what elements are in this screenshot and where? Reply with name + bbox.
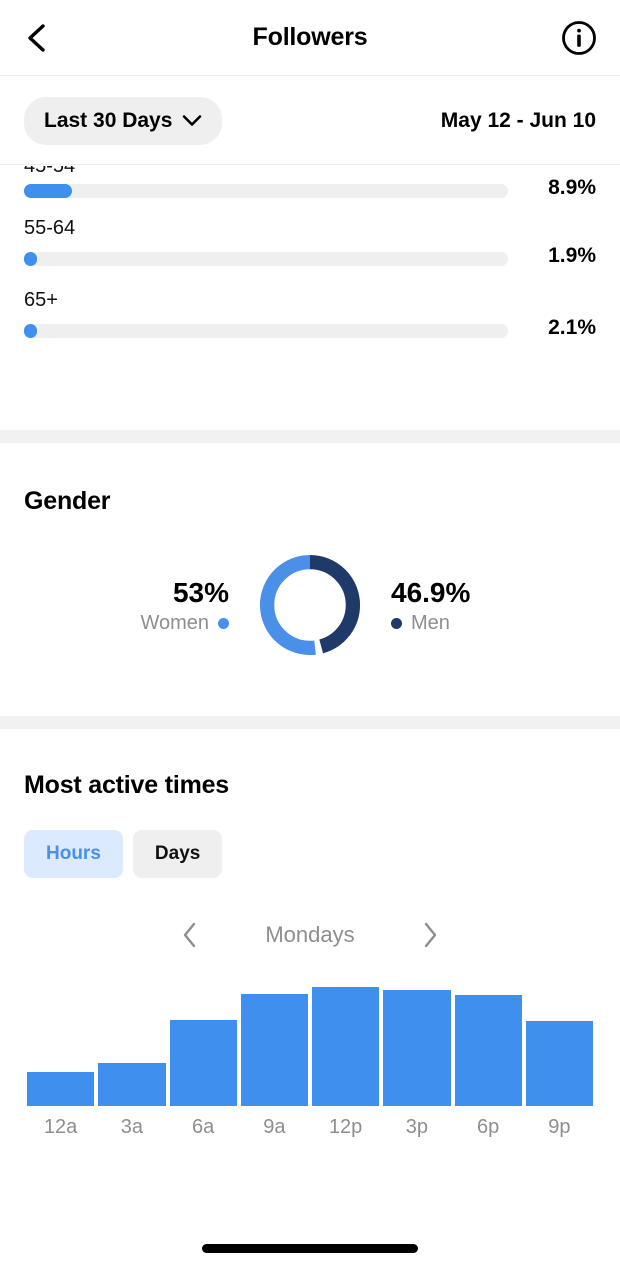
age-section-spacer bbox=[24, 358, 596, 430]
men-percent: 46.9% bbox=[391, 577, 471, 608]
tab-days[interactable]: Days bbox=[132, 830, 223, 878]
next-day-button[interactable] bbox=[413, 918, 447, 952]
previous-day-button[interactable] bbox=[173, 918, 207, 952]
page-title: Followers bbox=[252, 23, 368, 51]
age-row-label: 65+ bbox=[24, 289, 58, 311]
age-row-track bbox=[24, 184, 508, 198]
x-tick-label: 3p bbox=[405, 1116, 428, 1138]
info-button[interactable] bbox=[558, 17, 600, 59]
bar-6p[interactable] bbox=[454, 995, 522, 1106]
bar-6a[interactable] bbox=[169, 1020, 237, 1106]
bar-chart-bars bbox=[27, 984, 593, 1106]
chevron-left-icon bbox=[184, 922, 196, 948]
bar-3p[interactable] bbox=[383, 990, 451, 1106]
x-tick-label: 6p bbox=[477, 1116, 500, 1138]
gender-legend-women: 53% Women bbox=[70, 575, 255, 635]
age-row-track bbox=[24, 324, 508, 338]
bar-3a[interactable] bbox=[98, 1063, 166, 1106]
age-row-fill bbox=[24, 324, 37, 338]
age-row-65-plus: 65+ 2.1% bbox=[24, 286, 596, 358]
section-divider bbox=[0, 716, 620, 729]
men-color-dot bbox=[391, 618, 402, 629]
back-button[interactable] bbox=[14, 16, 58, 60]
bar-9p[interactable] bbox=[525, 1021, 593, 1106]
bar-12p[interactable] bbox=[312, 987, 380, 1106]
bar-12a[interactable] bbox=[27, 1072, 95, 1106]
date-range-selector-label: Last 30 Days bbox=[44, 108, 173, 132]
filter-bar: Last 30 Days May 12 - Jun 10 bbox=[0, 77, 620, 165]
chevron-right-icon bbox=[424, 922, 436, 948]
gender-legend-men: 46.9% Men bbox=[365, 575, 550, 635]
x-tick-label: 9a bbox=[263, 1116, 286, 1138]
info-circle-icon bbox=[562, 20, 596, 55]
most-active-times-section: Most active times Hours Days Mondays 12a… bbox=[0, 729, 620, 1139]
women-color-dot bbox=[218, 618, 229, 629]
age-row-value: 8.9% bbox=[548, 176, 596, 199]
women-percent: 53% bbox=[172, 577, 229, 608]
tab-hours[interactable]: Hours bbox=[24, 830, 123, 878]
x-tick-label: 12p bbox=[328, 1116, 363, 1138]
age-row-label: 45-54 bbox=[24, 166, 76, 177]
section-divider bbox=[0, 430, 620, 443]
x-tick-label: 12a bbox=[43, 1116, 78, 1138]
age-row-fill bbox=[24, 252, 37, 266]
age-row-55-64: 55-64 1.9% bbox=[24, 214, 596, 286]
gender-section: Gender 53% Women 46.9% Men bbox=[0, 443, 620, 716]
x-tick-label: 3a bbox=[120, 1116, 143, 1138]
bar-chart-x-axis: 12a 3a 6a 9a 12p 3p 6p 9p bbox=[24, 1116, 596, 1139]
x-tick-label: 9p bbox=[548, 1116, 571, 1138]
gender-chart: 53% Women 46.9% Men bbox=[24, 550, 596, 660]
chevron-left-icon bbox=[28, 23, 45, 52]
age-row-45-54: 45-54 8.9% bbox=[24, 166, 596, 214]
current-day-label: Mondays bbox=[265, 922, 355, 947]
age-row-value: 1.9% bbox=[548, 244, 596, 267]
age-range-section: 45-54 8.9% 55-64 1.9% 65+ 2.1% bbox=[0, 166, 620, 430]
age-row-label: 55-64 bbox=[24, 217, 76, 239]
scroll-content[interactable]: 45-54 8.9% 55-64 1.9% 65+ 2.1% Gender 53… bbox=[0, 166, 620, 1270]
date-range-text: May 12 - Jun 10 bbox=[440, 108, 596, 132]
date-range-selector[interactable]: Last 30 Days bbox=[24, 96, 223, 145]
active-times-bar-chart bbox=[24, 984, 596, 1106]
active-times-tabs: Hours Days bbox=[24, 830, 596, 878]
age-row-value: 2.1% bbox=[548, 316, 596, 339]
day-navigator: Mondays bbox=[24, 918, 596, 952]
age-row-fill bbox=[24, 184, 72, 198]
most-active-times-title: Most active times bbox=[24, 771, 230, 799]
home-indicator bbox=[202, 1244, 418, 1253]
chevron-down-icon bbox=[183, 115, 202, 126]
navigation-bar: Followers bbox=[0, 0, 620, 76]
gender-title: Gender bbox=[24, 487, 111, 515]
x-tick-label: 6a bbox=[192, 1116, 215, 1138]
women-label: Women bbox=[140, 612, 209, 634]
gender-donut-chart bbox=[259, 554, 361, 656]
bar-9a[interactable] bbox=[240, 994, 308, 1106]
men-label: Men bbox=[411, 612, 450, 634]
followers-insights-screen: Followers Last 30 Days May 12 - Jun 10 4… bbox=[0, 0, 620, 1270]
age-row-track bbox=[24, 252, 508, 266]
